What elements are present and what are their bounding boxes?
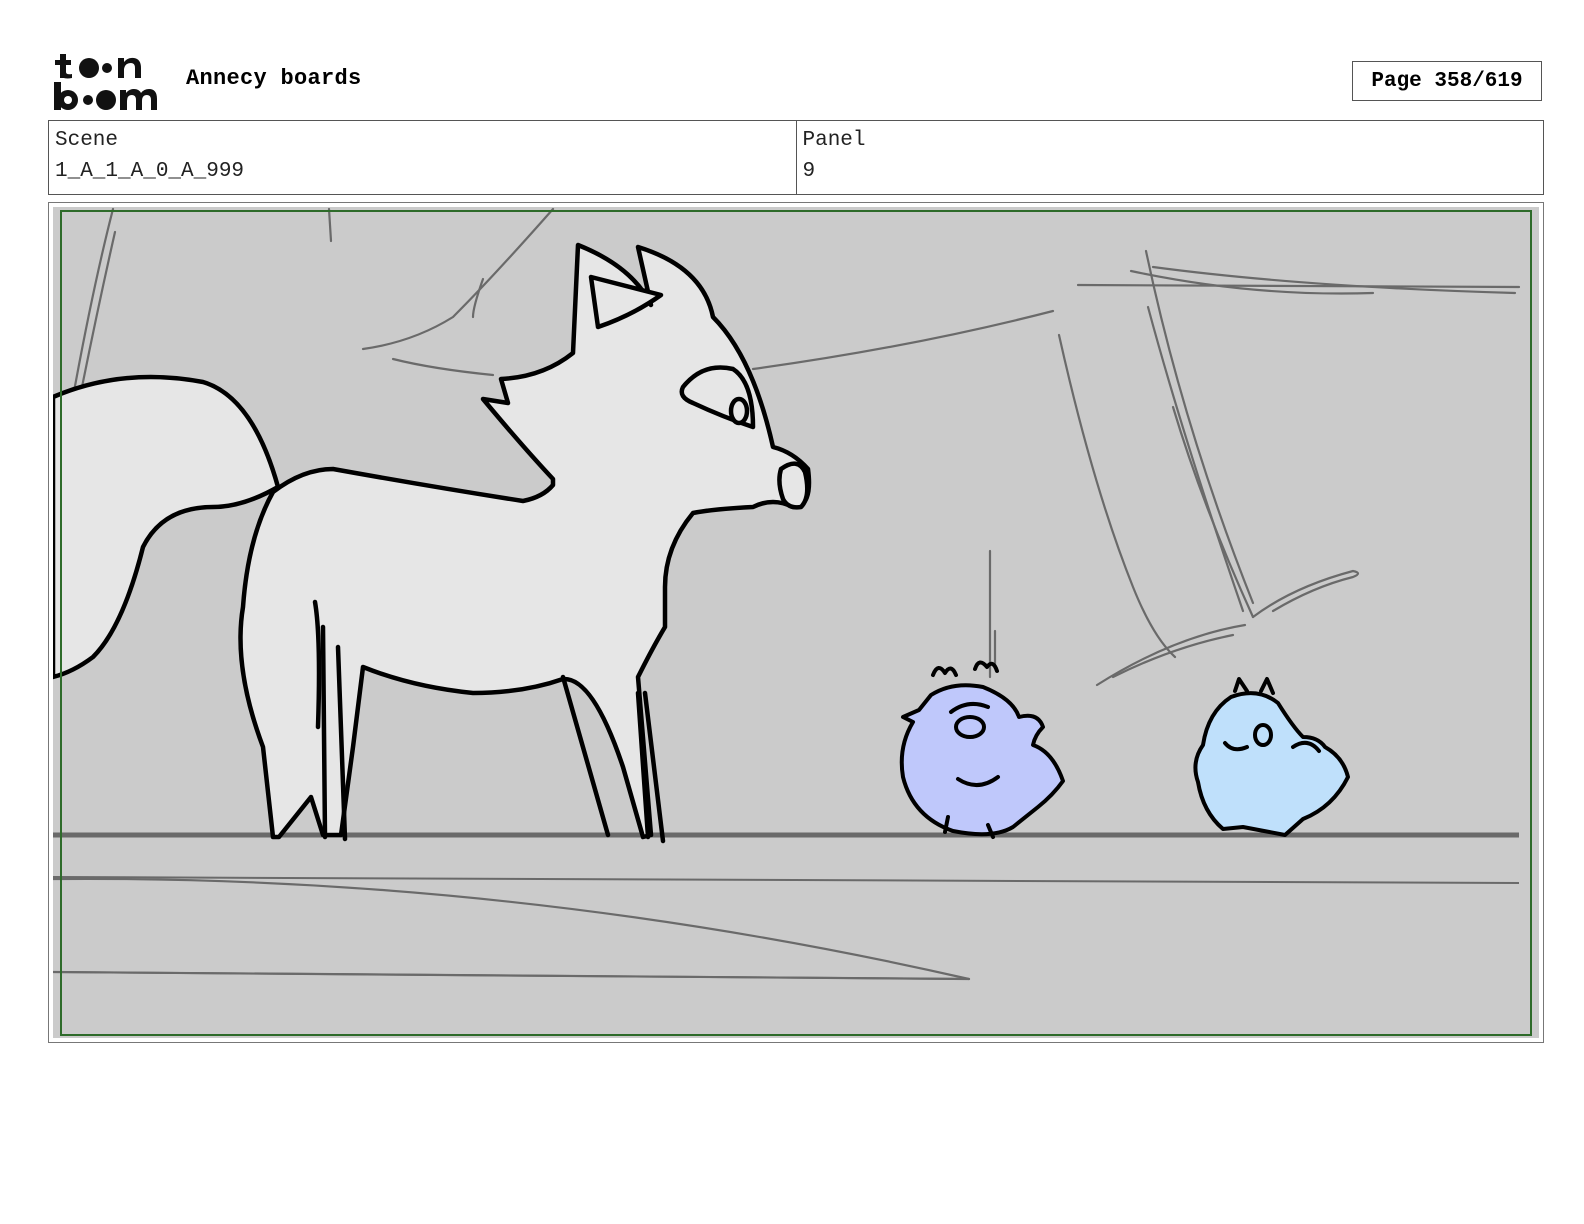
scene-panel-info: Scene 1_A_1_A_0_A_999 Panel 9 bbox=[48, 120, 1544, 195]
page-indicator: Page 358/619 bbox=[1352, 61, 1542, 101]
panel-value: 9 bbox=[802, 160, 816, 183]
document-title: Annecy boards bbox=[186, 66, 362, 91]
panel-label: Panel bbox=[802, 129, 866, 152]
scene-value: 1_A_1_A_0_A_999 bbox=[55, 160, 245, 183]
scene-cell: Scene 1_A_1_A_0_A_999 bbox=[49, 121, 796, 194]
toon-boom-logo bbox=[54, 54, 157, 110]
scene-label: Scene bbox=[55, 129, 119, 152]
panel-cell: Panel 9 bbox=[795, 121, 1544, 194]
storyboard-panel bbox=[48, 202, 1544, 1043]
panel-drawing bbox=[53, 207, 1539, 1038]
